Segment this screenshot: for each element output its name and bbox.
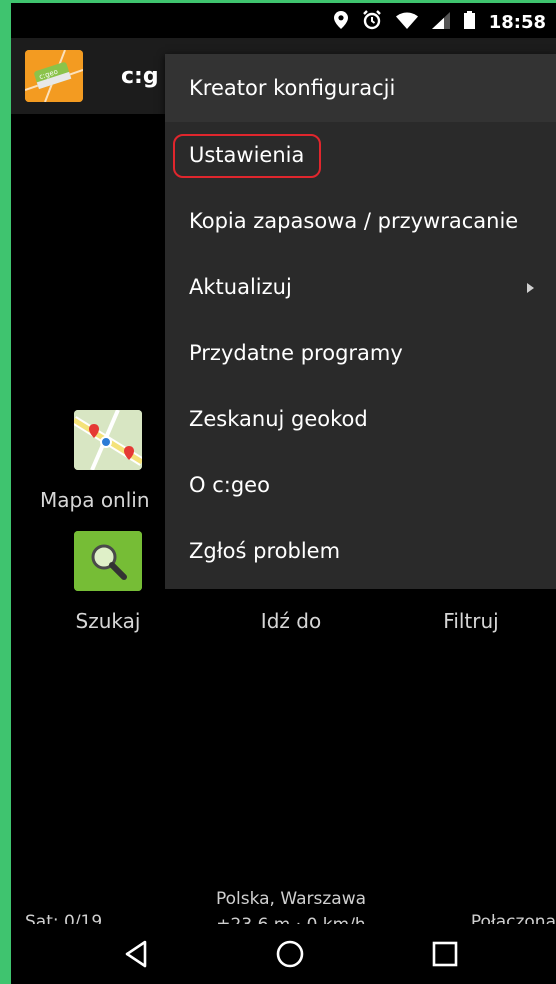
menu-item-label: Zgłoś problem [189, 539, 341, 563]
location-pin-icon [333, 11, 348, 33]
status-bar: 18:58 [11, 3, 556, 38]
signal-icon [431, 11, 450, 33]
recents-icon[interactable] [429, 938, 461, 970]
submenu-arrow-icon [527, 283, 534, 293]
home-icon[interactable] [274, 938, 306, 970]
app-title: c:g [121, 64, 159, 89]
menu-item-label: Kreator konfiguracji [189, 76, 396, 100]
alarm-icon [362, 10, 382, 34]
menu-item-label: Zeskanuj geokod [189, 407, 368, 431]
overflow-menu: Kreator konfiguracji Ustawienia Kopia za… [165, 54, 556, 589]
map-icon [74, 410, 142, 470]
highlight-ring [173, 134, 321, 178]
menu-item-backup-restore[interactable]: Kopia zapasowa / przywracanie [165, 188, 556, 254]
menu-item-about[interactable]: O c:geo [165, 452, 556, 518]
navigation-bar [11, 924, 556, 984]
menu-item-report-problem[interactable]: Zgłoś problem [165, 518, 556, 584]
status-footer: Sat: 0/19 Polska, Warszawa ±23,6 m · 0 k… [11, 874, 556, 935]
menu-item-settings[interactable]: Ustawienia [165, 122, 556, 188]
menu-item-label: Przydatne programy [189, 341, 403, 365]
go-to-label: Idź do [260, 609, 322, 633]
clock: 18:58 [488, 11, 546, 33]
menu-item-useful-apps[interactable]: Przydatne programy [165, 320, 556, 386]
menu-item-setup-wizard[interactable]: Kreator konfiguracji [165, 54, 556, 122]
filter-label: Filtruj [443, 609, 499, 633]
menu-item-scan-geocode[interactable]: Zeskanuj geokod [165, 386, 556, 452]
phone-screen: 18:58 c:geo c:g Mapa onlin Szukaj Idź do… [11, 3, 556, 984]
menu-item-label: O c:geo [189, 473, 270, 497]
search-label: Szukaj [75, 609, 141, 633]
battery-icon [463, 11, 475, 33]
menu-item-update[interactable]: Aktualizuj [165, 254, 556, 320]
back-icon[interactable] [121, 938, 153, 970]
magnifier-icon [74, 531, 142, 591]
wifi-icon [395, 12, 418, 33]
app-logo[interactable]: c:geo [25, 50, 83, 102]
menu-item-label: Kopia zapasowa / przywracanie [189, 209, 519, 233]
location-name: Polska, Warszawa [215, 889, 367, 909]
menu-item-label: Aktualizuj [189, 275, 292, 299]
